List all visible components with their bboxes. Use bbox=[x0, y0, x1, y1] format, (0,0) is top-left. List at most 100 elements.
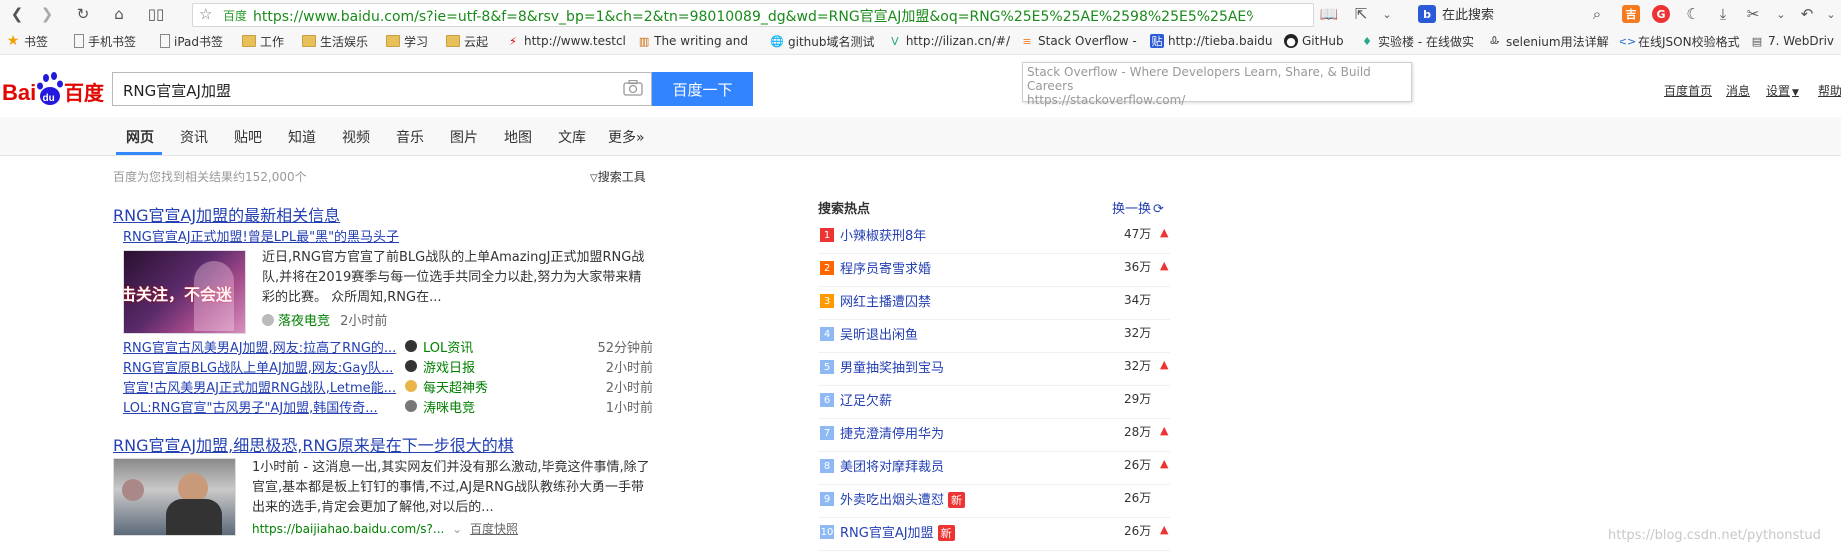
extension-icon[interactable]: 吉 bbox=[1622, 5, 1640, 23]
hot-text[interactable]: 小辣椒获刑8年 bbox=[840, 225, 926, 244]
hot-item[interactable]: 9 外卖吃出烟头遭怼新 26万 bbox=[818, 486, 1170, 518]
bookmark-folder[interactable]: 云起 bbox=[446, 32, 488, 50]
reader-mode-icon[interactable]: 📖 bbox=[1318, 3, 1340, 25]
url-text[interactable]: https://www.baidu.com/s?ie=utf-8&f=8&rsv… bbox=[253, 6, 1253, 26]
bookmark-tooltip: Stack Overflow - Where Developers Learn,… bbox=[1022, 62, 1412, 107]
hot-value: 28万 bbox=[1124, 425, 1152, 439]
hot-value: 26万 bbox=[1124, 458, 1152, 472]
tab-images[interactable]: 图片 bbox=[450, 127, 478, 147]
search-box[interactable] bbox=[112, 72, 652, 106]
search-engine-icon[interactable]: b bbox=[1418, 5, 1436, 23]
tab-maps[interactable]: 地图 bbox=[504, 127, 532, 147]
bookmark-item[interactable]: ♦ 实验楼 - 在线做实 bbox=[1360, 32, 1476, 50]
trend-up-icon: ▲ bbox=[1160, 457, 1169, 470]
bookmark-item[interactable]: ⚡ http://www.testcl bbox=[506, 32, 634, 50]
back-icon[interactable]: ❮ bbox=[6, 3, 28, 25]
address-bar[interactable]: ☆ 百度 https://www.baidu.com/s?ie=utf-8&f=… bbox=[192, 3, 1314, 27]
hot-item[interactable]: 5 男童抽奖抽到宝马 32万 ▲ bbox=[818, 354, 1170, 386]
news-thumbnail[interactable]: 击关注，不会迷 bbox=[123, 250, 246, 334]
hot-text[interactable]: 捷克澄清停用华为 bbox=[840, 423, 944, 442]
bookmark-item[interactable]: 手机书签 bbox=[74, 32, 136, 50]
home-icon[interactable]: ⌂ bbox=[108, 3, 130, 25]
search-button[interactable]: 百度一下 bbox=[652, 72, 753, 106]
bookmark-star-icon[interactable]: ☆ bbox=[199, 5, 212, 23]
hot-item[interactable]: 3 网红主播遭囚禁 34万 bbox=[818, 288, 1170, 320]
github-icon: ● bbox=[1284, 34, 1298, 48]
hot-text[interactable]: 男童抽奖抽到宝马 bbox=[840, 357, 944, 376]
bookmark-item[interactable]: ≡ Stack Overflow - bbox=[1020, 32, 1142, 50]
bookmark-folder[interactable]: 学习 bbox=[386, 32, 428, 50]
cache-link[interactable]: 百度快照 bbox=[470, 522, 518, 536]
bookmark-item[interactable]: ★ 书签 bbox=[6, 32, 48, 50]
tab-music[interactable]: 音乐 bbox=[396, 127, 424, 147]
result-url-line: https://baijiahao.baidu.com/s?... ⌄ 百度快照 bbox=[252, 522, 519, 536]
chevron-down-icon[interactable]: ⌄ bbox=[1376, 3, 1398, 25]
hot-text[interactable]: 外卖吃出烟头遭怼新 bbox=[840, 489, 966, 508]
share-icon[interactable]: ⇱ bbox=[1350, 3, 1372, 25]
news-block-title[interactable]: RNG官宣AJ加盟的最新相关信息 bbox=[113, 202, 340, 226]
result-title[interactable]: RNG官宣AJ加盟,细思极恐,RNG原来是在下一步很大的棋 bbox=[113, 432, 514, 456]
baidu-logo[interactable]: Bai du 百度 bbox=[2, 68, 106, 108]
tab-video[interactable]: 视频 bbox=[342, 127, 370, 147]
hot-text[interactable]: RNG官宣AJ加盟新 bbox=[840, 522, 955, 541]
hot-text[interactable]: 网红主播遭囚禁 bbox=[840, 291, 931, 310]
bookmark-item[interactable]: Ꮂselenium用法详解 bbox=[1488, 32, 1614, 50]
undo-icon[interactable]: ↶ bbox=[1796, 3, 1818, 25]
bookmark-folder[interactable]: 生活娱乐 bbox=[302, 32, 368, 50]
help-link[interactable]: 帮助 bbox=[1818, 82, 1841, 99]
bookmark-item[interactable]: iPad书签 bbox=[160, 32, 223, 50]
bookmark-item[interactable]: ▥ The writing and bbox=[638, 32, 748, 50]
news-item: LOL:RNG官宣"古风男子"AJ加盟,韩国传奇... 涛咪电竞 1小时前 bbox=[123, 400, 653, 416]
download-icon[interactable]: ⤓ bbox=[1712, 3, 1734, 25]
reader-icon[interactable]: ▯▯ bbox=[145, 3, 167, 25]
search-input[interactable] bbox=[121, 79, 605, 101]
bookmark-item[interactable]: 🌐 github域名测试 bbox=[770, 32, 880, 50]
tab-tieba[interactable]: 贴吧 bbox=[234, 127, 262, 147]
hot-text[interactable]: 辽足欠薪 bbox=[840, 390, 892, 409]
scissors-icon[interactable]: ✂ bbox=[1742, 3, 1764, 25]
search-tools-button[interactable]: ▽搜索工具 bbox=[590, 168, 646, 185]
hot-item[interactable]: 2 程序员寄雪求婚 36万 ▲ bbox=[818, 255, 1170, 287]
chevron-down-icon[interactable]: ⌄ bbox=[1820, 3, 1841, 25]
tab-wenku[interactable]: 文库 bbox=[558, 127, 586, 147]
hot-item[interactable]: 6 辽足欠薪 29万 bbox=[818, 387, 1170, 419]
search-icon[interactable]: ⌕ bbox=[1586, 3, 1608, 25]
page-icon bbox=[160, 34, 170, 48]
camera-icon[interactable] bbox=[623, 80, 643, 96]
tab-web[interactable]: 网页 bbox=[126, 127, 154, 147]
refresh-button[interactable]: 换一换 ⟳ bbox=[1112, 198, 1164, 217]
hot-text[interactable]: 美团将对摩拜裁员 bbox=[840, 456, 944, 475]
reload-icon[interactable]: ↻ bbox=[72, 3, 94, 25]
star-icon: ★ bbox=[6, 33, 20, 49]
hot-text[interactable]: 程序员寄雪求婚 bbox=[840, 258, 931, 277]
hot-item[interactable]: 1 小辣椒获刑8年 47万 ▲ bbox=[818, 222, 1170, 254]
hot-text[interactable]: 吴昕退出闲鱼 bbox=[840, 324, 918, 343]
hot-value: 26万 bbox=[1124, 491, 1152, 505]
tab-more[interactable]: 更多» bbox=[608, 127, 645, 147]
result-thumbnail[interactable] bbox=[113, 458, 236, 536]
news-item: RNG官宣原BLG战队上单AJ加盟,网友:Gay队... 游戏日报 2小时前 bbox=[123, 360, 653, 376]
baidu-home-link[interactable]: 百度首页 bbox=[1664, 82, 1712, 99]
trend-up-icon: ▲ bbox=[1160, 523, 1169, 536]
hot-item[interactable]: 10 RNG官宣AJ加盟新 26万 ▲ bbox=[818, 519, 1170, 551]
bookmark-item[interactable]: 贴 http://tieba.baidu bbox=[1150, 32, 1276, 50]
settings-link[interactable]: 设置 ▼ bbox=[1766, 82, 1799, 99]
source-avatar bbox=[262, 314, 274, 326]
chevron-down-icon[interactable]: ⌄ bbox=[452, 522, 462, 536]
forward-icon[interactable]: ❯ bbox=[36, 3, 58, 25]
night-mode-icon[interactable]: ☾ bbox=[1682, 3, 1704, 25]
hot-item[interactable]: 4 吴昕退出闲鱼 32万 bbox=[818, 321, 1170, 353]
bookmark-item[interactable]: Vhttp://ilizan.cn/#/ bbox=[888, 32, 1010, 50]
bookmark-item[interactable]: <> 在线JSON校验格式 bbox=[1620, 32, 1746, 50]
news-headline[interactable]: RNG官宣AJ正式加盟!曾是LPL最"黑"的黑马头子 bbox=[123, 226, 399, 245]
bookmark-item[interactable]: ● GitHub bbox=[1284, 32, 1344, 50]
tab-zhidao[interactable]: 知道 bbox=[288, 127, 316, 147]
tab-news[interactable]: 资讯 bbox=[180, 127, 208, 147]
bookmark-folder[interactable]: 工作 bbox=[242, 32, 284, 50]
hot-item[interactable]: 8 美团将对摩拜裁员 26万 ▲ bbox=[818, 453, 1170, 485]
hot-item[interactable]: 7 捷克澄清停用华为 28万 ▲ bbox=[818, 420, 1170, 452]
extension-icon[interactable]: G bbox=[1652, 5, 1670, 23]
messages-link[interactable]: 消息 bbox=[1726, 82, 1750, 99]
chevron-down-icon[interactable]: ⌄ bbox=[1770, 3, 1792, 25]
bookmark-item[interactable]: ▤ 7. WebDriv bbox=[1750, 32, 1841, 50]
